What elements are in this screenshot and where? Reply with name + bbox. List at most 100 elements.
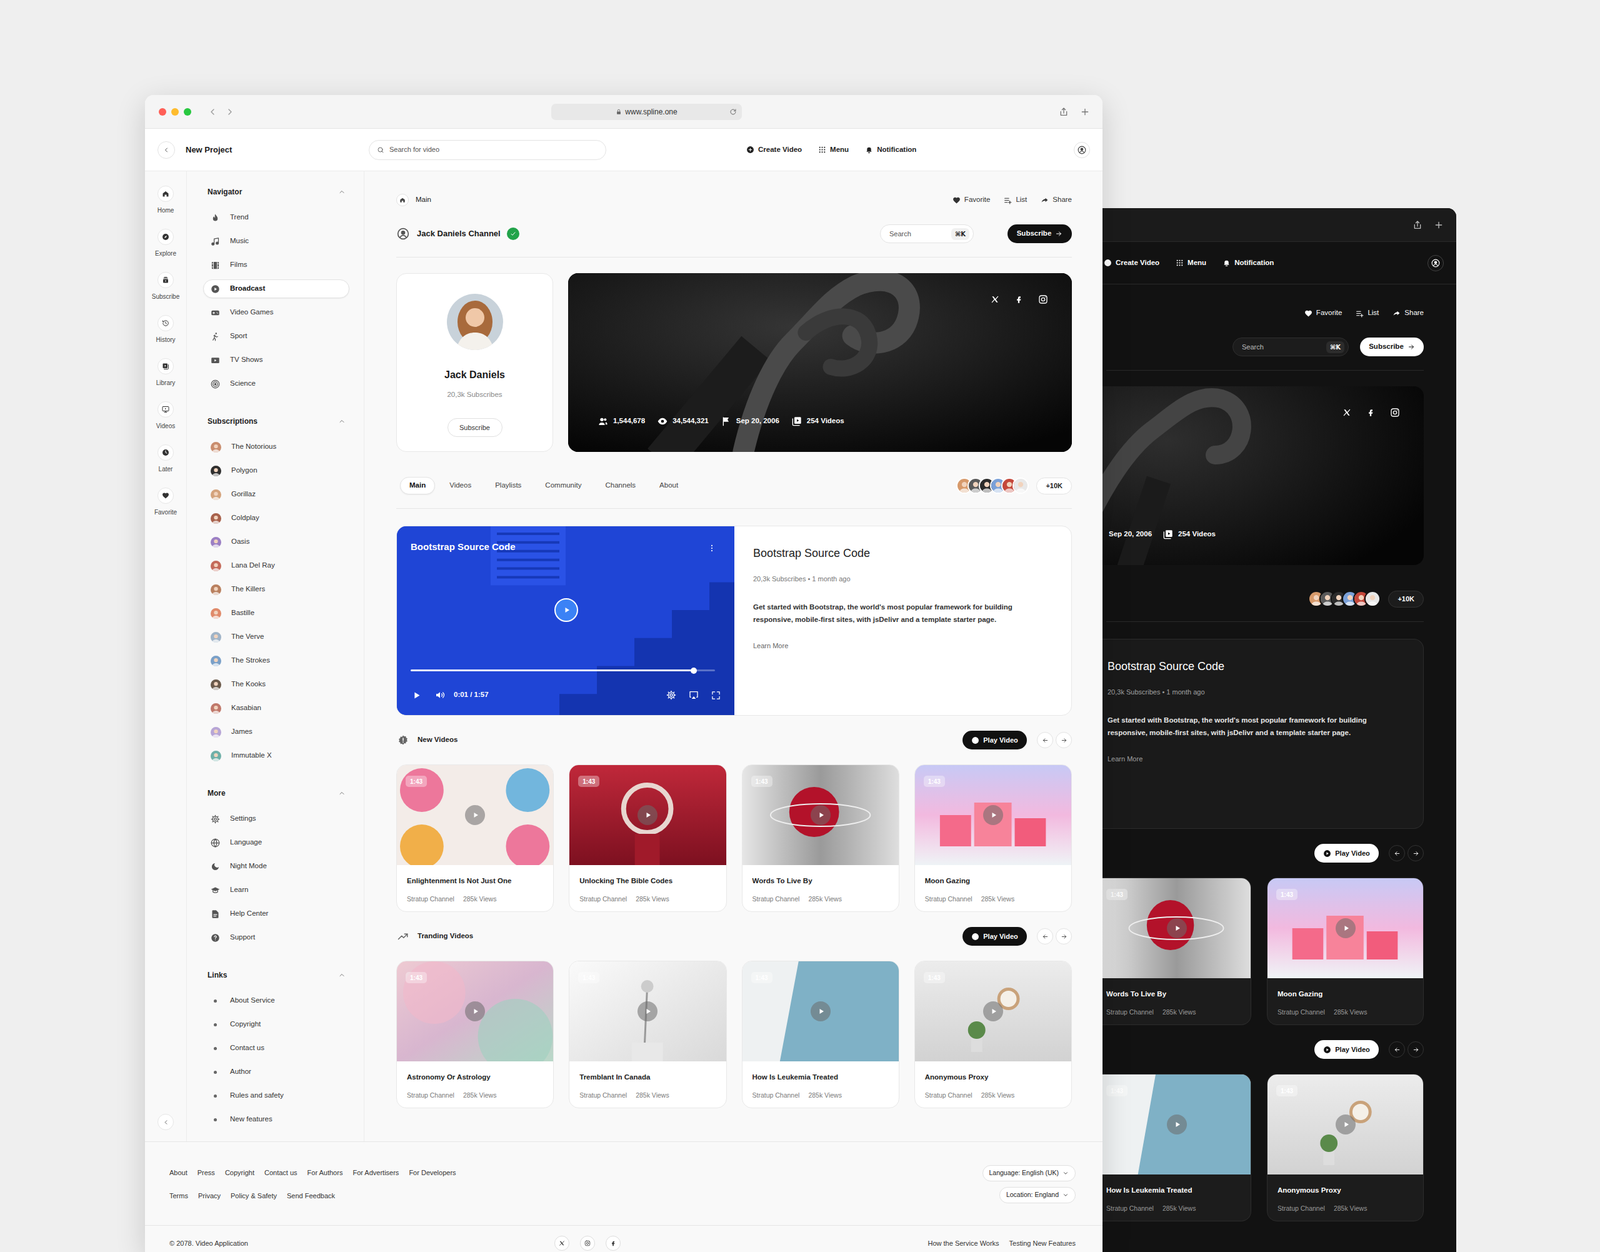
video-title[interactable]: Enlightenment Is Not Just One xyxy=(406,875,544,887)
video-card[interactable]: 1:43How Is Leukemia TreatedStratup Chann… xyxy=(741,960,900,1109)
sidebar-item-label[interactable]: Films xyxy=(230,259,247,270)
page-action[interactable]: Share xyxy=(1392,307,1424,319)
footer-link[interactable]: Privacy xyxy=(198,1190,221,1202)
video-title[interactable]: Unlocking The Bible Codes xyxy=(579,875,716,887)
sidebar-item-label[interactable]: Sport xyxy=(230,330,248,342)
sidebar-item[interactable]: About Service xyxy=(203,991,350,1010)
footer-link[interactable]: About xyxy=(169,1167,188,1179)
sidebar-item-label[interactable]: The Verve xyxy=(231,631,264,642)
back-arrow-icon[interactable] xyxy=(207,106,218,117)
subscribe-label[interactable]: Subscribe xyxy=(1016,228,1052,239)
sidebar-item[interactable]: Video Games xyxy=(203,303,350,322)
page-action[interactable]: List xyxy=(1003,194,1027,205)
close-button[interactable] xyxy=(158,108,167,116)
sidebar-item[interactable]: The Strokes xyxy=(203,651,350,670)
sidebar-item[interactable]: Gorillaz xyxy=(203,485,350,504)
rail-button[interactable] xyxy=(157,271,174,289)
video-thumbnail[interactable]: 1:43 xyxy=(1267,878,1424,979)
play-all-button[interactable]: Play Video xyxy=(1314,843,1379,863)
rail-label[interactable]: History xyxy=(155,335,175,345)
tab[interactable]: Community xyxy=(535,476,591,495)
footer-link[interactable]: Send Feedback xyxy=(286,1190,335,1202)
reload-icon[interactable] xyxy=(729,108,737,116)
next-button[interactable] xyxy=(1055,731,1072,749)
play-all-label[interactable]: Play Video xyxy=(983,735,1018,746)
video-card[interactable]: 1:43Anonymous ProxyStratup Channel285k V… xyxy=(1266,1073,1424,1222)
sidebar-item[interactable]: Oasis xyxy=(203,532,350,552)
next-button[interactable] xyxy=(1055,928,1072,945)
sidebar-item-label[interactable]: Oasis xyxy=(231,536,250,547)
profile-button[interactable] xyxy=(1427,255,1444,272)
x-logo-icon[interactable] xyxy=(990,295,1000,304)
sidebar-item-label[interactable]: Learn xyxy=(230,884,249,895)
section-header[interactable]: Subscriptions xyxy=(203,415,350,428)
sidebar-item[interactable]: The Notorious xyxy=(203,437,350,457)
volume-icon[interactable] xyxy=(435,690,445,700)
page-action[interactable]: Share xyxy=(1040,194,1072,205)
header-action[interactable]: Create Video xyxy=(746,144,802,155)
play-button[interactable] xyxy=(465,805,485,825)
page-action-label[interactable]: Favorite xyxy=(1316,307,1343,319)
channel-name[interactable]: Stratup Channel xyxy=(1277,1007,1325,1018)
channel-name[interactable]: Stratup Channel xyxy=(752,1090,800,1101)
rail-item[interactable]: Favorite xyxy=(154,487,177,531)
sidebar-item-label[interactable]: Science xyxy=(230,378,256,389)
sidebar-item[interactable]: Coldplay xyxy=(203,508,350,528)
location-select[interactable]: Location: England xyxy=(999,1186,1076,1204)
video-thumbnail[interactable]: 1:43 xyxy=(1102,878,1251,979)
sidebar-item-label[interactable]: Music xyxy=(230,235,249,247)
rail-button[interactable] xyxy=(157,185,174,202)
footer-link[interactable]: For Advertisers xyxy=(352,1167,399,1179)
sidebar-item[interactable]: Settings xyxy=(203,809,350,829)
share-icon[interactable] xyxy=(1058,106,1069,117)
airplay-icon[interactable] xyxy=(688,690,699,700)
progress-track[interactable] xyxy=(410,669,715,672)
chevron-icon[interactable] xyxy=(338,789,346,797)
video-title[interactable]: Astronomy Or Astrology xyxy=(406,1071,544,1083)
sidebar-item[interactable]: The Verve xyxy=(203,627,350,647)
prev-button[interactable] xyxy=(1388,845,1405,862)
header-action-label[interactable]: Notification xyxy=(876,144,917,155)
rail-item[interactable]: Later xyxy=(157,444,174,488)
rail-item[interactable]: History xyxy=(155,315,175,359)
sidebar-item-label[interactable]: About Service xyxy=(230,995,275,1006)
play-all-button[interactable]: Play Video xyxy=(962,730,1027,750)
rail-button[interactable] xyxy=(157,358,174,375)
play-button[interactable] xyxy=(1166,1114,1187,1135)
learn-more-link[interactable]: Learn More xyxy=(753,640,1053,652)
learn-more-link[interactable]: Learn More xyxy=(1107,753,1405,765)
rail-label[interactable]: Explore xyxy=(155,248,177,259)
section-header[interactable]: More xyxy=(203,786,350,800)
page-action-label[interactable]: Share xyxy=(1052,194,1072,205)
bottom-link[interactable]: Testing New Features xyxy=(1009,1238,1076,1249)
sidebar-item[interactable]: Rules and safety xyxy=(203,1086,350,1105)
instagram-icon[interactable] xyxy=(1390,407,1400,418)
sidebar-item-label[interactable]: Bastille xyxy=(231,607,255,619)
rail-button[interactable] xyxy=(157,228,174,245)
footer-link[interactable]: Copyright xyxy=(225,1167,255,1179)
featured-title[interactable]: Bootstrap Source Code xyxy=(1107,658,1405,675)
play-button[interactable] xyxy=(1166,918,1187,939)
header-action-label[interactable]: Create Video xyxy=(1115,257,1160,269)
header-action[interactable]: Menu xyxy=(818,144,849,155)
channel-name[interactable]: Stratup Channel xyxy=(1106,1007,1154,1018)
rail-label[interactable]: Subscribe xyxy=(151,291,180,302)
next-button[interactable] xyxy=(1407,845,1424,862)
video-card[interactable]: 1:43Anonymous ProxyStratup Channel285k V… xyxy=(914,960,1072,1109)
sidebar-item-label[interactable]: Rules and safety xyxy=(230,1090,284,1101)
sidebar-item-label[interactable]: Immutable X xyxy=(231,750,272,761)
video-thumbnail[interactable]: 1:43 xyxy=(915,765,1072,865)
video-player[interactable]: Bootstrap Source Code0:01 / 1:57 xyxy=(396,526,735,715)
sidebar-item-label[interactable]: Polygon xyxy=(231,465,258,476)
sidebar-item-label[interactable]: Settings xyxy=(230,813,257,824)
channel-name[interactable]: Stratup Channel xyxy=(579,1090,627,1101)
footer-link[interactable]: Terms xyxy=(169,1190,189,1202)
sidebar-item-label[interactable]: Night Mode xyxy=(230,860,267,872)
channel-name[interactable]: Stratup Channel xyxy=(752,894,800,905)
social-button[interactable] xyxy=(554,1235,570,1251)
rail-item[interactable]: Explore xyxy=(155,228,177,272)
channel-name[interactable]: Stratup Channel xyxy=(406,894,455,905)
sidebar-item-label[interactable]: Contact us xyxy=(230,1042,265,1054)
video-thumbnail[interactable]: 1:43 xyxy=(915,961,1072,1062)
language-select[interactable]: Language: English (UK) xyxy=(982,1165,1077,1182)
